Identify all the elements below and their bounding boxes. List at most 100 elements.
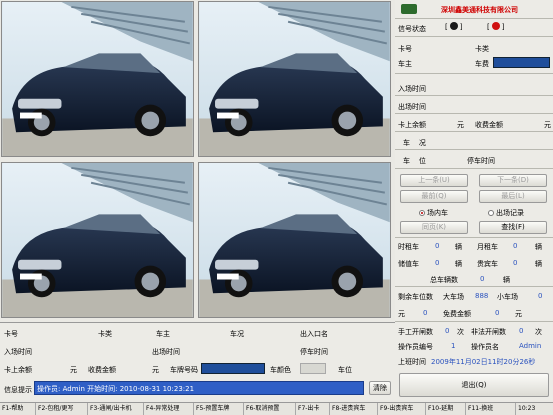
car-status-label: 车 况 [403,139,426,147]
status-f10[interactable]: F10-延期 [426,403,466,415]
status-f7[interactable]: F7-出卡 [296,403,330,415]
status-f3[interactable]: F3-通闸/出卡机 [88,403,144,415]
bottom-entry-time-label: 入场时间 [4,348,32,356]
query-button[interactable]: 同页(K) [400,221,468,234]
fee-label: 收费金额 [475,121,503,129]
stored-card-unit: 辆 [455,260,462,268]
hour-card-count: 0 [435,242,440,250]
status-clock: 10:23 [518,405,536,412]
bottom-fee-unit: 元 [152,366,159,374]
total-count: 0 [480,275,485,283]
status-f2[interactable]: F2-包租/更写 [36,403,88,415]
illegal-open-label: 非法开闸数 [471,328,506,336]
month-card-count: 0 [513,242,518,250]
info-label: 信息提示 [4,386,32,394]
hour-card-label: 时租车 [398,243,419,251]
income-amount: 0 [423,309,428,317]
illegal-open-count: 0 [519,327,524,335]
bottom-info-panel: 卡号 卡类 车主 车况 出入口名 入场时间 出场时间 停车时间 卡上余额 元 收… [0,322,395,400]
bottom-car-status-label: 车况 [230,330,244,338]
right-panel: 深圳鑫美通科技有限公司 信号状态 [] [] 卡号 卡类 车主 车费 入场时间 … [395,0,553,400]
stored-card-label: 储值车 [398,260,419,268]
next-button[interactable]: 下一条(D) [479,174,547,187]
exit-time-label: 出场时间 [398,103,426,111]
hour-card-unit: 辆 [455,243,462,251]
remaining-label: 剩余车位数 [398,293,433,301]
card-no-label: 卡号 [398,45,412,53]
camera-view-2 [198,1,391,157]
big-lot-count: 888 [475,292,489,300]
logo-icon [401,4,417,14]
park-time-label: 停车时间 [467,157,495,165]
bottom-balance-label: 卡上余额 [4,366,32,374]
radio-exit-record[interactable]: 出场记录 [488,208,524,218]
radio-in-car[interactable]: 场内车 [419,208,448,218]
illegal-open-unit: 次 [535,328,542,336]
manual-open-count: 0 [445,327,450,335]
camera-view-3 [1,162,194,318]
big-lot-label: 大车场 [443,293,464,301]
status-f11[interactable]: F11-换班 [466,403,516,415]
camera-view-1 [1,1,194,157]
card-balance-label: 卡上余额 [398,121,426,129]
car-image [2,163,193,317]
month-card-label: 月租车 [477,243,498,251]
bottom-fee-label: 收费金额 [88,366,116,374]
bottom-color-field [300,363,326,374]
status-f1[interactable]: F1-帮助 [0,403,36,415]
bottom-color-label: 车颜色 [270,366,291,374]
signal-left-icon: [] [445,22,463,31]
manual-open-label: 手工开闸数 [398,328,433,336]
clear-button[interactable]: 清除 [369,381,391,395]
status-f5[interactable]: F5-预置车牌 [194,403,244,415]
signal-label: 信号状态 [398,25,426,33]
shift-time-label: 上班时间 [398,358,426,366]
info-message-bar: 操作员: Admin 开始时间: 2010-08-31 10:23:21 [34,381,364,395]
bottom-owner-label: 车主 [156,330,170,338]
free-card-unit: 辆 [535,260,542,268]
status-f4[interactable]: F4-异常处理 [144,403,194,415]
prev-button[interactable]: 上一条(U) [400,174,468,187]
info-message-text: 操作员: Admin 开始时间: 2010-08-31 10:23:21 [37,385,195,393]
bottom-card-no-label: 卡号 [4,330,18,338]
free-amount-value: 0 [495,309,500,317]
card-type-label: 卡类 [475,45,489,53]
owner-label: 车主 [398,60,412,68]
shift-time-value: 2009年11月02日11时20分26秒 [431,358,536,366]
camera-view-4 [198,162,391,318]
total-label: 总车辆数 [430,276,458,284]
exit-button[interactable]: 退出(Q) [399,373,549,397]
car-image [199,163,390,317]
signal-right-icon: [] [487,22,505,31]
fee-yuan: 元 [544,121,551,129]
operator-name-label: 操作员名 [471,343,499,351]
bottom-position-label: 车位 [338,366,352,374]
entry-time-label: 入场时间 [398,85,426,93]
status-f8[interactable]: F8-进贵宾车 [330,403,378,415]
operator-no-value: 1 [451,342,456,350]
search-button[interactable]: 查找(F) [479,221,547,234]
bottom-exit-time-label: 出场时间 [152,348,180,356]
first-button[interactable]: 最前(Q) [400,190,468,203]
bottom-plate-label: 车牌号码 [170,366,198,374]
company-name: 深圳鑫美通科技有限公司 [441,6,518,14]
status-f6[interactable]: F6-取消预置 [244,403,296,415]
operator-no-label: 操作员编号 [398,343,433,351]
bottom-card-type-label: 卡类 [98,330,112,338]
operator-name-value: Admin [519,342,542,350]
month-card-unit: 辆 [535,243,542,251]
free-amount-label: 免费金额 [443,310,471,318]
status-bar: F1-帮助 F2-包租/更写 F3-通闸/出卡机 F4-异常处理 F5-预置车牌… [0,402,553,415]
bottom-balance-unit: 元 [70,366,77,374]
free-card-label: 贵宾车 [477,260,498,268]
bottom-park-time-label: 停车时间 [300,348,328,356]
car-image [199,2,390,156]
bottom-plate-field [201,363,265,374]
status-f9[interactable]: F9-出贵宾车 [378,403,426,415]
car-fee-label: 车费 [475,60,489,68]
plate-field [493,57,550,68]
free-card-count: 0 [513,259,518,267]
last-button[interactable]: 最后(L) [479,190,547,203]
small-lot-label: 小车场 [497,293,518,301]
bottom-gate-label: 出入口名 [300,330,328,338]
